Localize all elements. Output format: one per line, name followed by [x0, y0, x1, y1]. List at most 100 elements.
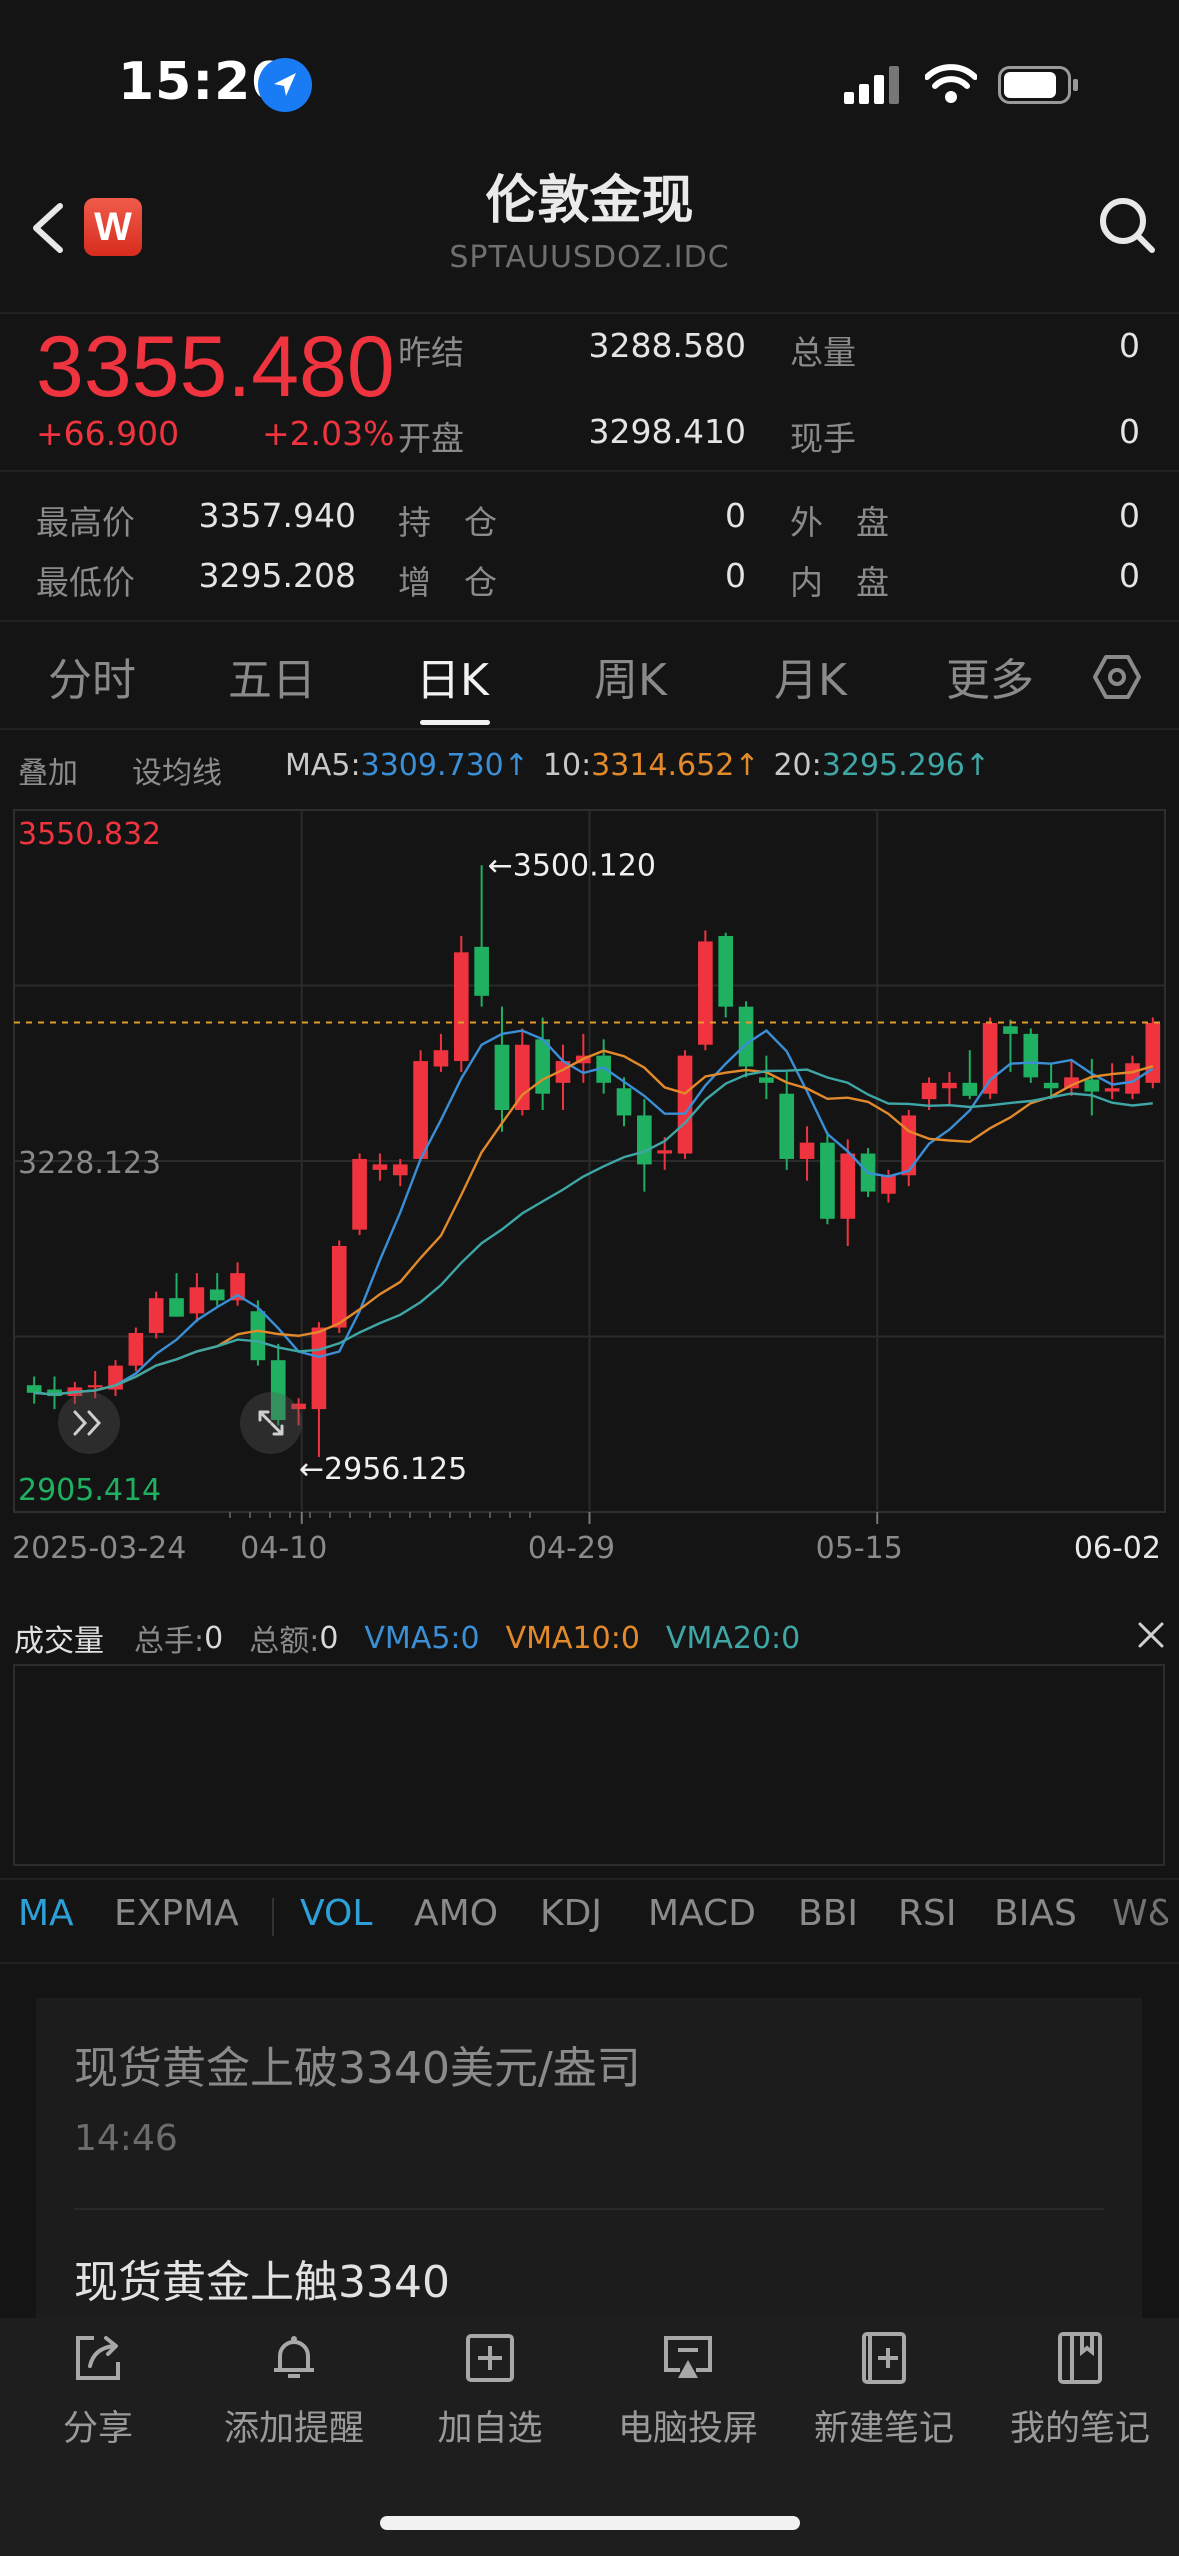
indicator-tab-bbi[interactable]: BBI: [798, 1893, 858, 1934]
candle-body: [433, 1050, 449, 1067]
candle-body: [1084, 1079, 1100, 1092]
indicator-tab-amo[interactable]: AMO: [414, 1893, 498, 1934]
candle-body: [372, 1164, 388, 1170]
candle-body: [87, 1385, 103, 1388]
inner-label: 内 盘: [790, 563, 889, 602]
prev-settle-value: 3288.580: [588, 326, 746, 365]
candle-body: [738, 1006, 754, 1067]
ma20-value: 3295.296↑: [821, 748, 991, 783]
low-label: 最低价: [36, 563, 135, 602]
tab-five-day[interactable]: 五日: [228, 644, 316, 708]
candle-body: [535, 1039, 550, 1094]
bottom-nav-add-alert[interactable]: 添加提醒: [204, 2330, 384, 2451]
candle-body: [1023, 1033, 1039, 1078]
bottom-nav-screen-cast[interactable]: 电脑投屏: [598, 2330, 778, 2451]
candle-body: [189, 1287, 205, 1314]
add-position-label: 增 仓: [398, 563, 497, 602]
bottom-nav-my-notes[interactable]: 我的笔记: [990, 2330, 1170, 2451]
candle-body: [209, 1289, 225, 1301]
indicator-tab-rsi[interactable]: RSI: [898, 1893, 956, 1934]
outer-value: 0: [1119, 496, 1140, 535]
news-card[interactable]: 现货黄金上破3340美元/盎司 14:46 现货黄金上触3340: [36, 1998, 1142, 2320]
low-value: 3295.208: [198, 556, 356, 595]
candle-body: [820, 1142, 835, 1219]
indicator-tab-expma[interactable]: EXPMA: [114, 1893, 239, 1934]
indicator-tab-kdj[interactable]: KDJ: [540, 1893, 602, 1934]
candle-body: [637, 1115, 652, 1165]
bottom-nav-label: 添加提醒: [223, 2409, 364, 2449]
bottom-nav-label: 加自选: [437, 2409, 543, 2449]
open-value: 3298.410: [588, 412, 746, 451]
candle-body: [718, 935, 734, 1007]
position-value: 0: [725, 496, 746, 535]
active-tab-indicator: [420, 720, 490, 725]
total-hand-value: 0: [204, 1620, 224, 1656]
indicator-tab-ma[interactable]: MA: [18, 1893, 74, 1934]
tab-monthly-k[interactable]: 月K: [774, 644, 847, 708]
share-icon: [76, 2336, 120, 2380]
vma20: VMA20:0: [665, 1620, 801, 1656]
total-volume-value: 0: [1119, 326, 1140, 365]
double-chevron-right-icon: [73, 1410, 102, 1436]
indicator-tab-macd[interactable]: MACD: [648, 1893, 756, 1934]
bottom-nav-share[interactable]: 分享: [8, 2330, 188, 2451]
y-axis-max-label: 3550.832: [18, 817, 161, 852]
add-watchlist-icon: [466, 2334, 514, 2382]
x-axis-tick-label: 06-02: [1074, 1531, 1161, 1560]
ma10-label: 10:: [542, 748, 592, 783]
news-time: 14:46: [74, 2118, 178, 2159]
set-ma-button[interactable]: 设均线: [132, 748, 222, 792]
y-axis-mid-label: 3228.123: [18, 1146, 161, 1181]
chart-expand-left-button[interactable]: [58, 1392, 120, 1454]
add-position-value: 0: [725, 556, 746, 595]
screen-cast-icon: [664, 2336, 712, 2378]
page-subtitle: SPTAUUSDOZ.IDC: [449, 240, 730, 275]
high-value: 3357.940: [198, 496, 356, 535]
candle-body: [616, 1088, 632, 1116]
close-icon: [1138, 1622, 1164, 1648]
candle-body: [148, 1298, 164, 1333]
bottom-nav-add-watchlist[interactable]: 加自选: [400, 2330, 580, 2451]
search-icon: [1100, 198, 1155, 253]
tab-daily-k[interactable]: 日K: [416, 644, 489, 708]
tab-intraday[interactable]: 分时: [48, 644, 136, 708]
close-volume-button[interactable]: [1134, 1618, 1168, 1656]
news-item-0[interactable]: 现货黄金上破3340美元/盎司 14:46: [74, 2032, 1104, 2159]
candle-body: [881, 1175, 896, 1194]
chart-settings-button[interactable]: [1092, 652, 1142, 706]
candle-body: [169, 1298, 184, 1317]
overlay-button[interactable]: 叠加: [18, 748, 78, 792]
x-axis-tick-label: 05-15: [816, 1531, 903, 1560]
battery-icon: [998, 66, 1080, 108]
current-volume-label: 现手: [790, 419, 856, 458]
tab-more[interactable]: 更多: [946, 644, 1034, 708]
bottom-nav-new-note[interactable]: 新建笔记: [794, 2330, 974, 2451]
indicator-tab-bias[interactable]: BIAS: [994, 1893, 1077, 1934]
chart-fullscreen-button[interactable]: [240, 1392, 302, 1454]
volume-title: 成交量: [14, 1624, 104, 1659]
candle-body: [392, 1164, 408, 1176]
indicator-tab-vol[interactable]: VOL: [300, 1893, 372, 1934]
candle-body: [1104, 1088, 1120, 1092]
price-change-pct: +2.03%: [262, 414, 395, 453]
candle-body: [698, 941, 713, 1045]
candle-body: [331, 1245, 347, 1328]
prev-settle-label: 昨结: [398, 333, 464, 372]
news-title: 现货黄金上触3340: [74, 2257, 450, 2308]
candlestick-chart[interactable]: 3550.832 3228.123 2905.414 ←3500.120 ←2956.1…: [0, 800, 1179, 1560]
candle-body: [413, 1061, 428, 1159]
ma5-value: 3309.730↑: [360, 748, 529, 783]
page-title: 伦敦金现: [485, 171, 694, 231]
bottom-nav-label: 新建笔记: [813, 2409, 954, 2449]
candle-body: [1043, 1082, 1059, 1089]
search-button[interactable]: [1096, 194, 1158, 256]
open-label: 开盘: [398, 419, 464, 458]
current-volume-value: 0: [1119, 412, 1140, 451]
min-price-annotation: ←2956.125: [299, 1452, 467, 1487]
settings-hexagon-icon: [1093, 655, 1141, 699]
indicator-tab-wr[interactable]: W&: [1112, 1893, 1168, 1934]
ma10-line: [34, 1049, 1154, 1396]
news-item-1[interactable]: 现货黄金上触3340: [74, 2246, 1104, 2310]
bottom-nav-label: 分享: [62, 2409, 133, 2449]
tab-weekly-k[interactable]: 周K: [594, 644, 667, 708]
